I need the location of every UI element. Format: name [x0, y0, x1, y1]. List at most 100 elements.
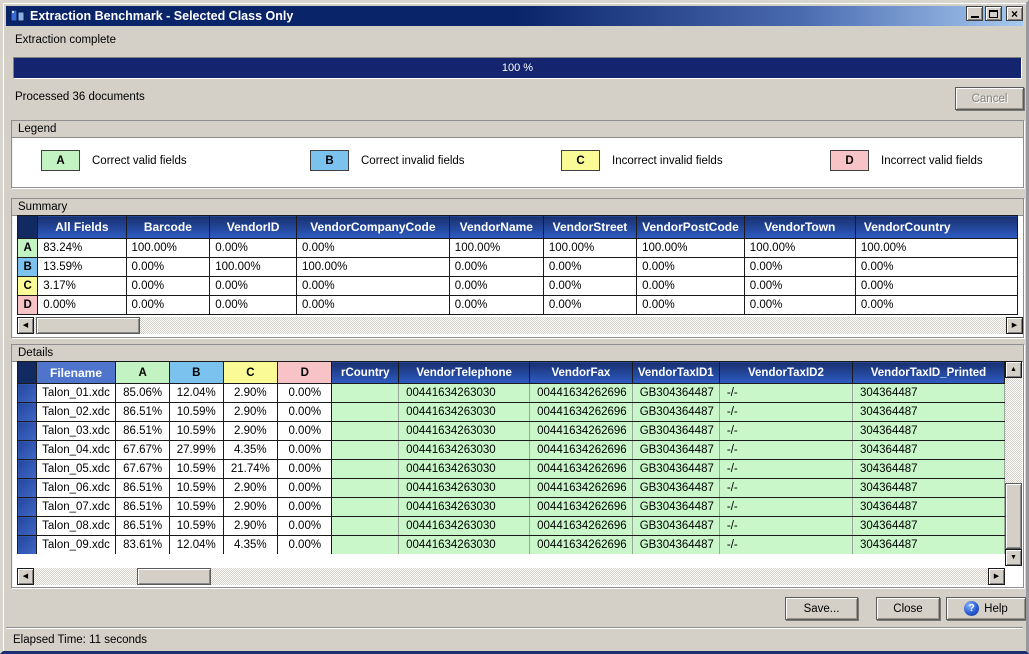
- summary-cell: 0.00%: [126, 277, 210, 296]
- details-taxid_printed-cell: 304364487: [852, 536, 1004, 555]
- summary-col-header: All Fields: [38, 216, 126, 239]
- row-selector-cell[interactable]: [18, 384, 37, 403]
- close-button[interactable]: ×: [1006, 6, 1023, 21]
- cancel-button[interactable]: Cancel: [955, 87, 1024, 110]
- details-col-header: A: [116, 362, 170, 384]
- details-a-cell: 83.61%: [116, 536, 170, 555]
- close-dialog-button[interactable]: Close: [876, 597, 940, 620]
- summary-cell: 0.00%: [38, 296, 126, 315]
- details-taxid1-cell: GB304364487: [632, 403, 719, 422]
- details-vscroll-up-arrow-icon[interactable]: ▲: [1005, 361, 1022, 378]
- details-b-cell: 10.59%: [169, 479, 223, 498]
- maximize-button[interactable]: [985, 6, 1002, 21]
- summary-cell: 0.00%: [855, 277, 1017, 296]
- details-telephone-cell: 00441634263030: [399, 536, 530, 555]
- maximize-icon: [989, 10, 998, 18]
- summary-cell: 0.00%: [210, 277, 297, 296]
- summary-hscroll-left-arrow-icon[interactable]: ◀: [17, 317, 34, 334]
- details-taxid1-cell: GB304364487: [632, 479, 719, 498]
- details-row[interactable]: Talon_02.xdc86.51%10.59%2.90%0.00%004416…: [18, 403, 1005, 422]
- details-vscrollbar[interactable]: ▲ ▼: [1005, 361, 1022, 566]
- details-a-cell: 86.51%: [116, 403, 170, 422]
- row-selector-cell[interactable]: [18, 536, 37, 555]
- details-row[interactable]: Talon_03.xdc86.51%10.59%2.90%0.00%004416…: [18, 422, 1005, 441]
- details-taxid2-cell: -/-: [719, 403, 852, 422]
- details-c-cell: 4.35%: [223, 536, 278, 555]
- row-selector-cell[interactable]: [18, 460, 37, 479]
- summary-row-label-a: A: [18, 239, 38, 258]
- details-vscroll-down-arrow-icon[interactable]: ▼: [1005, 549, 1022, 566]
- details-vscroll-thumb[interactable]: [1005, 483, 1022, 549]
- details-b-cell: 10.59%: [169, 422, 223, 441]
- details-filename-cell: Talon_08.xdc: [36, 517, 116, 536]
- help-button[interactable]: ? Help: [946, 597, 1026, 620]
- details-taxid2-cell: -/-: [719, 536, 852, 555]
- details-hscrollbar[interactable]: ◀ ▶: [17, 568, 1005, 585]
- summary-hscrollbar[interactable]: ◀ ▶: [17, 317, 1023, 334]
- legend-swatch-c: C: [561, 150, 600, 171]
- row-selector-cell[interactable]: [18, 441, 37, 460]
- details-corner-cell: [18, 362, 37, 384]
- summary-hscroll-right-arrow-icon[interactable]: ▶: [1006, 317, 1023, 334]
- row-selector-cell[interactable]: [18, 479, 37, 498]
- details-taxid_printed-cell: 304364487: [852, 403, 1004, 422]
- details-c-cell: 21.74%: [223, 460, 278, 479]
- details-taxid2-cell: -/-: [719, 479, 852, 498]
- details-row[interactable]: Talon_09.xdc83.61%12.04%4.35%0.00%004416…: [18, 536, 1005, 555]
- summary-cell: 100.00%: [744, 239, 855, 258]
- summary-hscroll-thumb[interactable]: [36, 317, 140, 334]
- row-selector-cell[interactable]: [18, 517, 37, 536]
- details-taxid1-cell: GB304364487: [632, 384, 719, 403]
- details-col-header: B: [169, 362, 223, 384]
- details-c-cell: 2.90%: [223, 422, 278, 441]
- details-fax-cell: 00441634262696: [530, 384, 633, 403]
- details-taxid2-cell: -/-: [719, 384, 852, 403]
- details-col-header: D: [278, 362, 332, 384]
- details-taxid_printed-cell: 304364487: [852, 498, 1004, 517]
- summary-cell: 100.00%: [855, 239, 1017, 258]
- row-selector-cell[interactable]: [18, 403, 37, 422]
- summary-cell: 0.00%: [543, 258, 636, 277]
- minimize-button[interactable]: [966, 6, 983, 21]
- details-row[interactable]: Talon_07.xdc86.51%10.59%2.90%0.00%004416…: [18, 498, 1005, 517]
- details-row[interactable]: Talon_08.xdc86.51%10.59%2.90%0.00%004416…: [18, 517, 1005, 536]
- details-row[interactable]: Talon_06.xdc86.51%10.59%2.90%0.00%004416…: [18, 479, 1005, 498]
- details-hscroll-thumb[interactable]: [137, 568, 211, 585]
- details-country-cell: [332, 479, 399, 498]
- summary-cell: 0.00%: [449, 277, 543, 296]
- details-col-header: VendorTelephone: [399, 362, 530, 384]
- details-col-header: VendorTaxID2: [719, 362, 852, 384]
- details-taxid_printed-cell: 304364487: [852, 479, 1004, 498]
- details-row[interactable]: Talon_05.xdc67.67%10.59%21.74%0.00%00441…: [18, 460, 1005, 479]
- summary-col-header: VendorID: [210, 216, 297, 239]
- details-row[interactable]: Talon_01.xdc85.06%12.04%2.90%0.00%004416…: [18, 384, 1005, 403]
- details-row[interactable]: Talon_04.xdc67.67%27.99%4.35%0.00%004416…: [18, 441, 1005, 460]
- summary-cell: 0.00%: [126, 296, 210, 315]
- details-telephone-cell: 00441634263030: [399, 384, 530, 403]
- minimize-icon: [971, 16, 979, 18]
- summary-cell: 0.00%: [637, 296, 745, 315]
- titlebar[interactable]: Extraction Benchmark - Selected Class On…: [6, 6, 1023, 26]
- legend-swatch-a: A: [41, 150, 80, 171]
- summary-corner-cell: [18, 216, 38, 239]
- details-hscroll-left-arrow-icon[interactable]: ◀: [17, 568, 34, 585]
- help-icon: ?: [964, 601, 979, 616]
- legend-label-a: Correct valid fields: [92, 155, 187, 167]
- save-button[interactable]: Save...: [785, 597, 858, 620]
- details-taxid1-cell: GB304364487: [632, 517, 719, 536]
- close-button-label: Close: [893, 603, 922, 615]
- summary-row-a: A83.24%100.00%0.00%0.00%100.00%100.00%10…: [18, 239, 1018, 258]
- summary-cell: 0.00%: [637, 277, 745, 296]
- summary-cell: 0.00%: [855, 296, 1017, 315]
- summary-cell: 100.00%: [637, 239, 745, 258]
- details-fax-cell: 00441634262696: [530, 403, 633, 422]
- summary-col-header: VendorCompanyCode: [296, 216, 449, 239]
- row-selector-cell[interactable]: [18, 498, 37, 517]
- row-selector-cell[interactable]: [18, 422, 37, 441]
- summary-cell: 100.00%: [296, 258, 449, 277]
- details-hscroll-right-arrow-icon[interactable]: ▶: [988, 568, 1005, 585]
- summary-cell: 0.00%: [210, 239, 297, 258]
- legend-label-d: Incorrect valid fields: [881, 155, 983, 167]
- summary-cell: 0.00%: [744, 258, 855, 277]
- summary-col-header: VendorPostCode: [637, 216, 745, 239]
